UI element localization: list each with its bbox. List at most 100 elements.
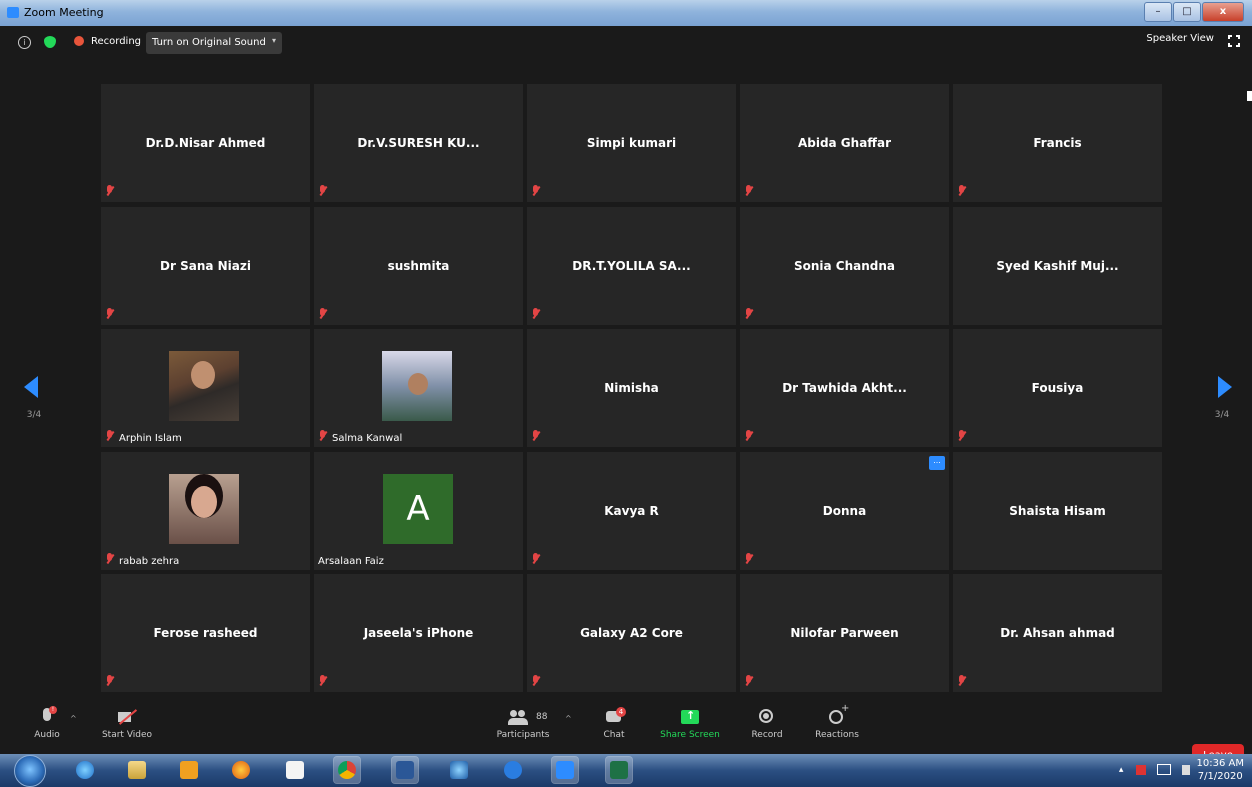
participant-name-label: rabab zehra bbox=[119, 555, 180, 567]
participant-tile[interactable]: Fousiya bbox=[953, 329, 1162, 447]
participant-tile[interactable]: Abida Ghaffar bbox=[740, 84, 949, 202]
arrow-left-icon bbox=[24, 376, 38, 398]
taskbar-cloud[interactable] bbox=[500, 757, 526, 783]
participant-name: sushmita bbox=[387, 258, 450, 273]
record-button[interactable]: Record bbox=[746, 708, 788, 740]
participant-tile[interactable]: Dr. Ahsan ahmad bbox=[953, 574, 1162, 692]
muted-mic-icon bbox=[531, 307, 540, 320]
audio-options-caret[interactable]: ^ bbox=[70, 714, 77, 723]
maximize-button[interactable]: □ bbox=[1173, 2, 1201, 22]
arrow-right-icon bbox=[1218, 376, 1232, 398]
taskbar-explorer[interactable] bbox=[124, 757, 150, 783]
taskbar-firefox[interactable] bbox=[228, 757, 254, 783]
fullscreen-icon[interactable] bbox=[1228, 35, 1240, 47]
participant-tile[interactable]: Kavya R bbox=[527, 451, 736, 570]
display-icon[interactable] bbox=[1157, 764, 1172, 775]
reactions-button[interactable]: Reactions bbox=[810, 703, 864, 740]
page-indicator-left: 3/4 bbox=[26, 410, 42, 420]
muted-mic-icon bbox=[744, 430, 753, 442]
participants-button[interactable]: 88 Participants bbox=[494, 708, 552, 740]
taskbar-word[interactable] bbox=[392, 757, 418, 783]
participant-tile[interactable]: sushmita bbox=[314, 206, 523, 325]
audio-button[interactable]: ! Audio bbox=[30, 706, 64, 740]
participant-tile[interactable]: Dr Sana Niazi bbox=[101, 206, 310, 325]
security-shield-icon[interactable] bbox=[44, 36, 56, 48]
participant-name: Simpi kumari bbox=[586, 136, 677, 150]
participant-tile[interactable]: Arphin Islam bbox=[101, 329, 310, 447]
participant-name: Donna bbox=[822, 503, 867, 518]
taskbar-ie[interactable] bbox=[72, 757, 98, 783]
taskbar-media[interactable] bbox=[176, 757, 202, 783]
info-icon[interactable]: i bbox=[18, 36, 31, 49]
participant-tile[interactable]: Francis bbox=[953, 84, 1162, 202]
chat-button[interactable]: 4 Chat bbox=[598, 707, 630, 740]
participant-tile[interactable]: Ferose rasheed bbox=[101, 574, 310, 692]
participant-tile[interactable]: Dr.V.SURESH KU... bbox=[314, 84, 523, 202]
muted-mic-icon bbox=[318, 185, 327, 197]
internet-explorer-icon bbox=[76, 761, 94, 779]
participant-tile[interactable]: Dr Tawhida Akht... bbox=[740, 329, 949, 447]
system-tray: ▴ bbox=[1119, 764, 1190, 775]
muted-mic-icon bbox=[318, 675, 327, 687]
participant-tile[interactable]: Nimisha bbox=[527, 329, 736, 447]
participant-tile[interactable]: Jaseela's iPhone bbox=[314, 574, 523, 692]
participant-tile[interactable]: Dr.D.Nisar Ahmed bbox=[101, 84, 310, 202]
next-page-button[interactable]: 3/4 bbox=[1202, 368, 1242, 428]
chevron-down-icon[interactable]: ▾ bbox=[272, 36, 276, 45]
chrome-icon bbox=[338, 761, 356, 779]
participant-tile[interactable]: Donna... bbox=[740, 451, 949, 570]
record-label: Record bbox=[751, 730, 783, 740]
close-button[interactable]: x bbox=[1202, 2, 1244, 22]
participant-tile[interactable]: Shaista Hisam bbox=[953, 451, 1162, 570]
participant-video bbox=[169, 473, 239, 544]
taskbar-zoom[interactable] bbox=[552, 757, 578, 783]
volume-icon[interactable] bbox=[1182, 764, 1190, 775]
participant-tile[interactable]: Sonia Chandna bbox=[740, 206, 949, 325]
participant-name: Nimisha bbox=[604, 381, 659, 395]
start-video-button[interactable]: Start Video bbox=[98, 708, 156, 740]
tray-expand-icon[interactable]: ▴ bbox=[1119, 765, 1124, 775]
taskbar-excel[interactable] bbox=[606, 757, 632, 783]
participant-tile[interactable]: Simpi kumari bbox=[527, 84, 736, 202]
previous-page-button[interactable]: 3/4 bbox=[14, 368, 54, 428]
participant-name: Sonia Chandna bbox=[793, 258, 896, 273]
participant-tile[interactable]: A Arsalaan Faiz bbox=[314, 451, 523, 570]
start-video-label: Start Video bbox=[101, 730, 153, 740]
muted-mic-icon bbox=[744, 185, 753, 197]
taskbar-chrome[interactable] bbox=[334, 757, 360, 783]
participant-tile[interactable]: DR.T.YOLILA SA... bbox=[527, 206, 736, 325]
share-screen-button[interactable]: Share Screen bbox=[656, 708, 724, 740]
video-off-icon bbox=[117, 708, 137, 726]
participant-name: Jaseela's iPhone bbox=[363, 626, 474, 640]
network-warning-icon[interactable] bbox=[1136, 764, 1147, 775]
participant-name: Dr. Ahsan ahmad bbox=[1000, 626, 1115, 640]
participant-tile[interactable]: Nilofar Parween bbox=[740, 574, 949, 692]
speaker-view-grid-icon bbox=[1247, 91, 1252, 101]
muted-mic-icon bbox=[531, 675, 540, 687]
start-button[interactable] bbox=[14, 755, 46, 787]
participants-options-caret[interactable]: ^ bbox=[565, 714, 572, 723]
muted-mic-icon bbox=[105, 185, 114, 197]
document-icon bbox=[286, 761, 304, 779]
speaker-view-button[interactable]: Speaker View bbox=[1146, 33, 1252, 101]
muted-mic-icon bbox=[105, 675, 114, 687]
taskbar-app[interactable] bbox=[446, 757, 472, 783]
taskbar-clock[interactable]: 10:36 AM 7/1/2020 bbox=[1197, 757, 1244, 783]
original-sound-button[interactable]: Turn on Original Sound ▾ bbox=[146, 32, 282, 54]
participant-name: Fousiya bbox=[1031, 381, 1084, 395]
participant-avatar: A bbox=[383, 473, 453, 544]
taskbar-notepad[interactable] bbox=[282, 757, 308, 783]
participant-tile[interactable]: Syed Kashif Muj... bbox=[953, 206, 1162, 325]
participant-video bbox=[382, 351, 452, 421]
participants-label: Participants bbox=[496, 730, 550, 740]
excel-icon bbox=[610, 761, 628, 779]
participant-tile[interactable]: Galaxy A2 Core bbox=[527, 574, 736, 692]
participant-tile[interactable]: rabab zehra bbox=[101, 451, 310, 570]
minimize-button[interactable]: – bbox=[1144, 2, 1172, 22]
muted-mic-icon bbox=[744, 675, 753, 687]
more-options-button[interactable]: ... bbox=[929, 455, 945, 470]
speaker-view-label: Speaker View bbox=[1146, 33, 1214, 44]
clock-date: 7/1/2020 bbox=[1197, 771, 1243, 782]
participant-name: Dr.V.SURESH KU... bbox=[357, 136, 480, 150]
participant-tile[interactable]: Salma Kanwal bbox=[314, 329, 523, 447]
